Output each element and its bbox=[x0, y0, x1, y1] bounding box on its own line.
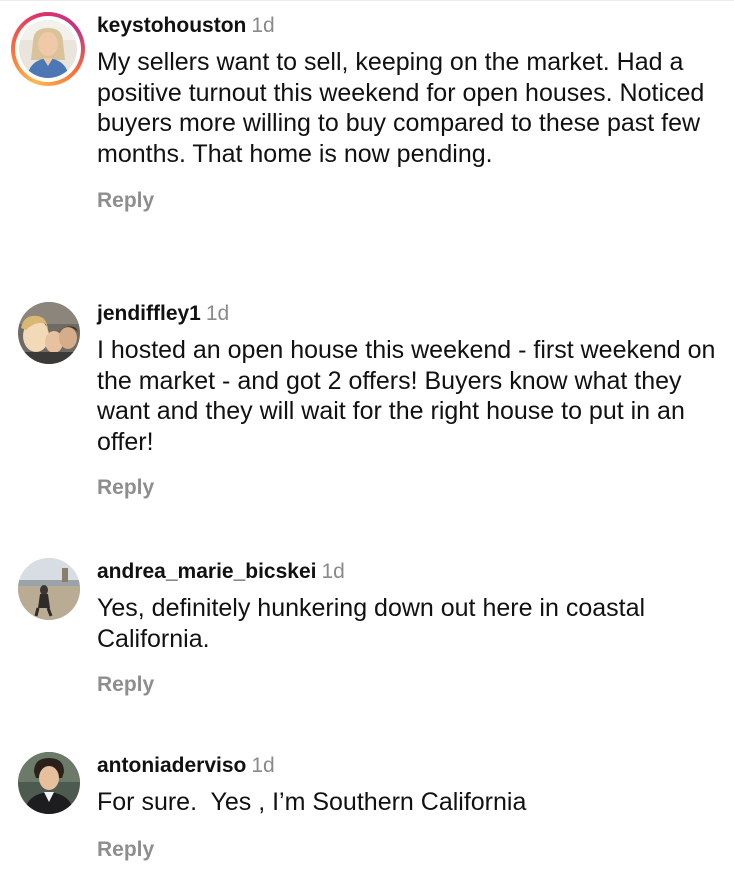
comment-timestamp: 1d bbox=[205, 302, 230, 325]
reply-button[interactable]: Reply bbox=[97, 673, 154, 697]
comment-username[interactable]: andrea_marie_bicskei bbox=[97, 560, 316, 583]
comment-text: Yes, definitely hunkering down out here … bbox=[97, 594, 652, 653]
reply-button[interactable]: Reply bbox=[97, 476, 154, 500]
comment-text: For sure. Yes , I’m Southern California bbox=[97, 788, 527, 816]
comment-text: My sellers want to sell, keeping on the … bbox=[97, 48, 712, 168]
comment-timestamp: 1d bbox=[251, 14, 275, 37]
reply-button[interactable]: Reply bbox=[97, 838, 154, 862]
comment-timestamp: 1d bbox=[321, 560, 345, 583]
user-avatar-icon[interactable] bbox=[18, 752, 80, 814]
user-avatar-icon[interactable] bbox=[18, 302, 80, 364]
comment-text: I hosted an open house this weekend - fi… bbox=[97, 336, 723, 456]
avatar[interactable] bbox=[11, 12, 85, 86]
user-avatar-icon[interactable] bbox=[18, 558, 80, 620]
top-divider bbox=[0, 0, 734, 1]
reply-button[interactable]: Reply bbox=[97, 189, 154, 213]
comment-username[interactable]: antoniaderviso bbox=[97, 754, 246, 777]
user-avatar-icon bbox=[19, 20, 77, 78]
comment-username[interactable]: keystohouston bbox=[97, 14, 246, 37]
comment-username[interactable]: jendiffley1 bbox=[97, 302, 201, 325]
comment-timestamp: 1d bbox=[251, 754, 275, 777]
